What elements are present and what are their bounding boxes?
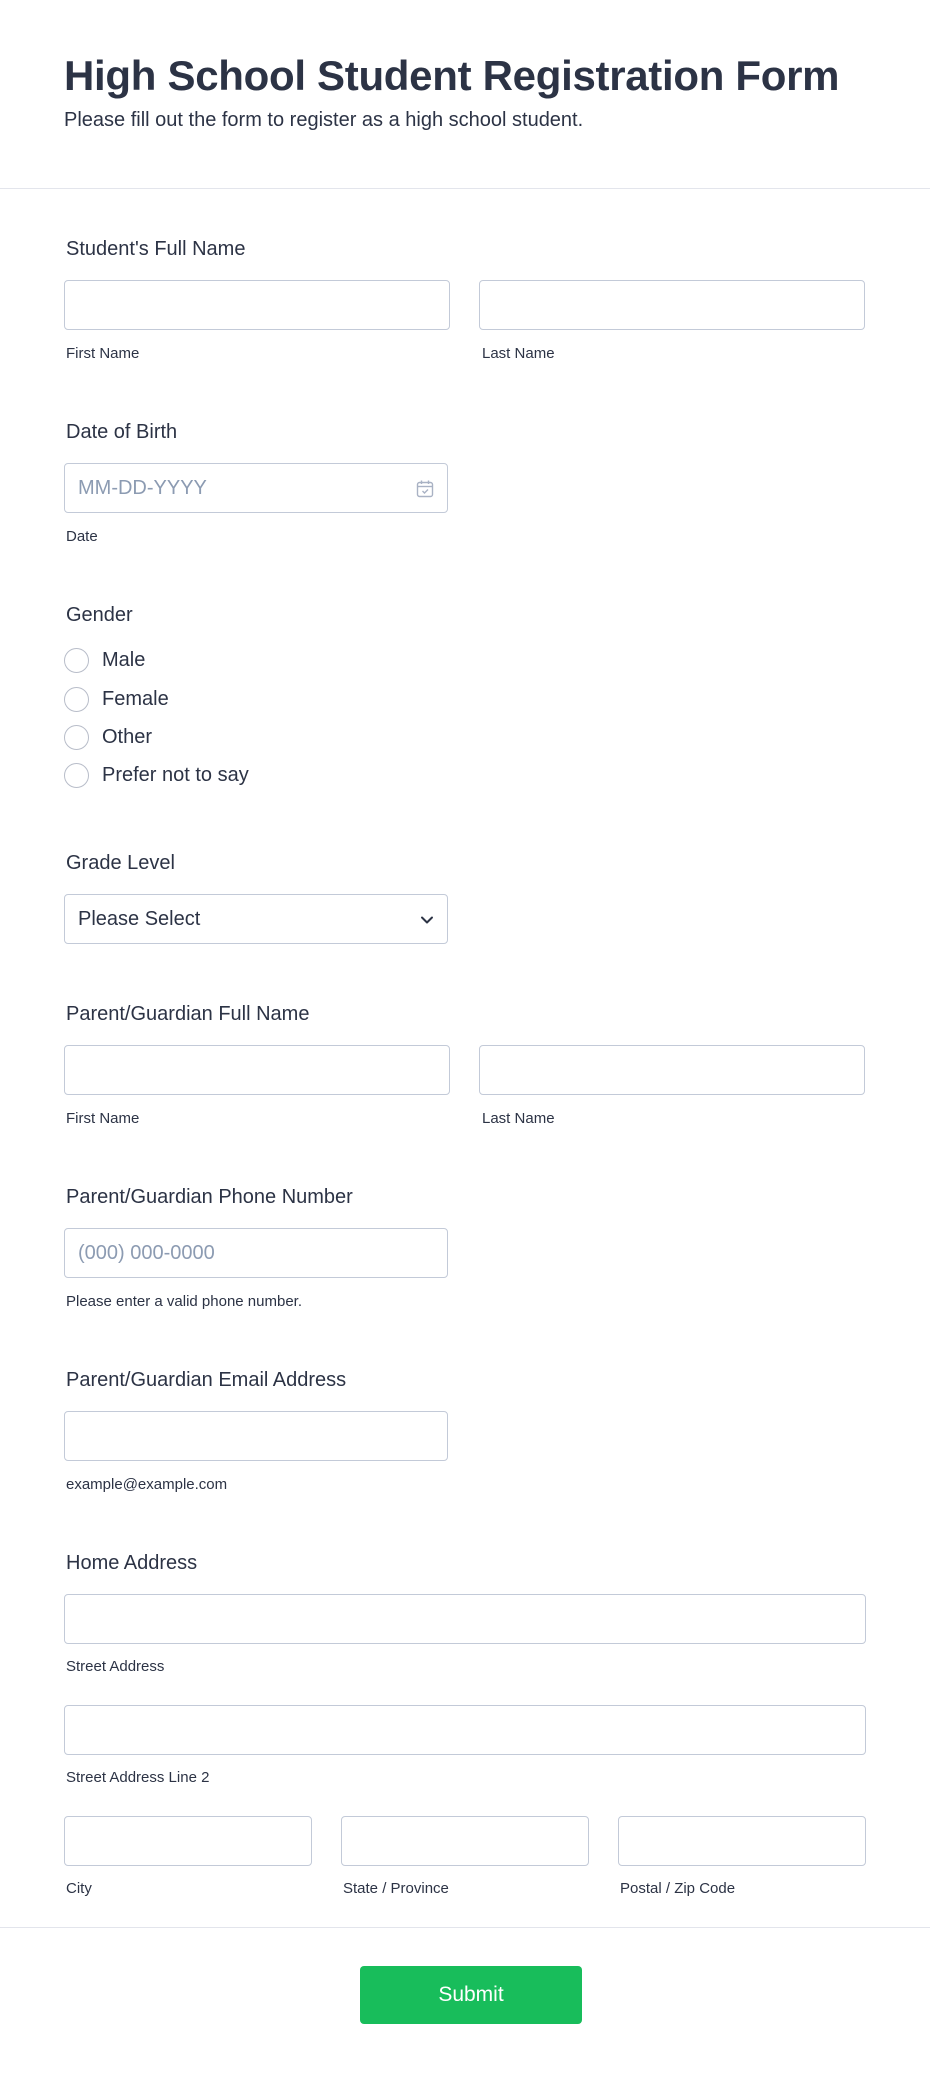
date-of-birth-sublabel: Date [66,528,98,545]
state-province-sublabel: State / Province [343,1880,449,1897]
postal-zip-code-input[interactable] [618,1816,866,1866]
student-first-name-sublabel: First Name [66,345,140,362]
state-province-input[interactable] [341,1816,589,1866]
guardian-email-sublabel: example@example.com [66,1476,228,1493]
radio-button[interactable] [64,724,89,750]
form-title: High School Student Registration Form [64,52,840,99]
radio-button[interactable] [64,762,89,788]
street-address-sublabel: Street Address [66,1658,165,1675]
postal-zip-code-sublabel: Postal / Zip Code [620,1880,736,1897]
gender-option-male[interactable]: Male [64,647,145,673]
gender-option-other[interactable]: Other [64,724,152,750]
date-of-birth-input[interactable] [64,463,448,513]
radio-button[interactable] [64,647,89,673]
guardian-phone-input[interactable] [64,1228,448,1278]
guardian-last-name-input[interactable] [479,1045,865,1095]
guardian-first-name-input[interactable] [64,1045,450,1095]
gender-option-label: Prefer not to say [102,763,249,786]
city-sublabel: City [66,1880,92,1897]
street-address-line-2-sublabel: Street Address Line 2 [66,1769,210,1786]
city-input[interactable] [64,1816,312,1866]
street-address-line-2-input[interactable] [64,1705,866,1755]
chevron-down-icon [421,916,433,924]
grade-level-select[interactable]: Please Select [64,894,448,944]
guardian-phone-label: Parent/Guardian Phone Number [66,1186,353,1208]
grade-level-selected-value: Please Select [78,908,201,930]
guardian-email-input[interactable] [64,1411,448,1461]
form-header: High School Student Registration Form Pl… [0,0,930,189]
student-last-name-sublabel: Last Name [482,345,555,362]
gender-label: Gender [66,604,133,626]
guardian-first-name-sublabel: First Name [66,1110,140,1127]
guardian-name-label: Parent/Guardian Full Name [66,1003,310,1025]
gender-option-label: Male [102,648,146,671]
student-last-name-input[interactable] [479,280,865,330]
street-address-input[interactable] [64,1594,866,1644]
guardian-email-label: Parent/Guardian Email Address [66,1369,347,1391]
guardian-phone-sublabel: Please enter a valid phone number. [66,1293,302,1310]
calendar-icon[interactable] [415,479,435,499]
submit-button[interactable]: Submit [360,1966,582,2024]
home-address-label: Home Address [66,1552,198,1574]
date-of-birth-label: Date of Birth [66,421,178,443]
gender-option-label: Female [102,687,169,710]
gender-option-female[interactable]: Female [64,686,169,712]
guardian-last-name-sublabel: Last Name [482,1110,555,1127]
student-name-label: Student's Full Name [66,238,246,260]
radio-button[interactable] [64,686,89,712]
grade-level-label: Grade Level [66,852,175,874]
gender-option-label: Other [102,725,153,748]
student-first-name-input[interactable] [64,280,450,330]
gender-option-prefer-not-to-say[interactable]: Prefer not to say [64,762,249,788]
form-subtitle: Please fill out the form to register as … [64,109,584,131]
